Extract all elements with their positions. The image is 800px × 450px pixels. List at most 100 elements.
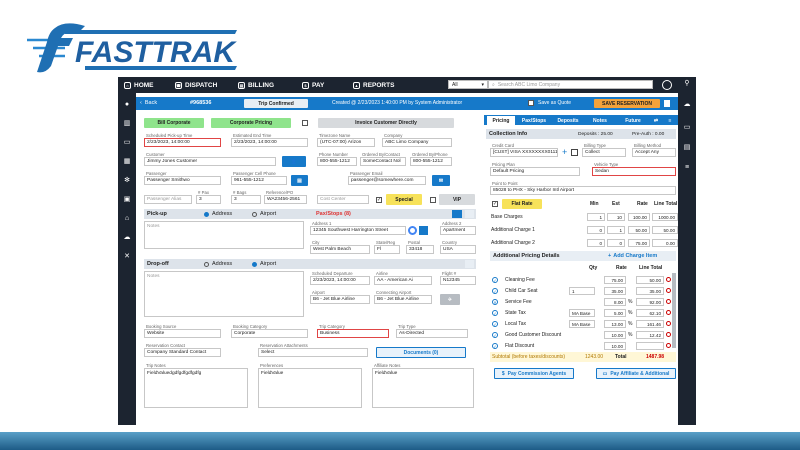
- attach-select[interactable]: Select: [258, 348, 368, 357]
- special-button[interactable]: Special: [386, 194, 422, 205]
- chat-icon[interactable]: ▤: [683, 144, 691, 152]
- cost-center-field[interactable]: Cost Center: [317, 195, 369, 204]
- ref-field[interactable]: WA23456-2561: [264, 195, 307, 204]
- inbox-icon[interactable]: ▭: [123, 139, 131, 147]
- nav-pay[interactable]: $ PAY: [302, 80, 324, 90]
- flight-lookup-button[interactable]: ✈: [440, 294, 460, 305]
- booking-category-select[interactable]: Corporate: [231, 329, 308, 338]
- est-end-field[interactable]: 2/23/2023, 14:00:00: [231, 138, 308, 147]
- rate-min[interactable]: 0: [587, 239, 605, 247]
- rate-est[interactable]: 1: [607, 226, 625, 234]
- email-field[interactable]: passenger@somewhere.com: [348, 176, 426, 185]
- nav-billing[interactable]: ▤ BILLING: [238, 80, 274, 90]
- rate-min[interactable]: 1: [587, 213, 605, 221]
- remove-icon[interactable]: [666, 277, 671, 282]
- conn-select[interactable]: B6 - Jet Blue Airline: [374, 295, 432, 304]
- map-icon[interactable]: [452, 210, 462, 218]
- rate-est[interactable]: 0: [607, 239, 625, 247]
- card-select[interactable]: [CUST] VISA XXXXXXXX0111: [490, 148, 558, 157]
- dropoff-notes[interactable]: Notes: [144, 271, 304, 317]
- special-checkbox[interactable]: ✓: [376, 197, 382, 203]
- tab-paxstops[interactable]: Pax/Stops: [518, 116, 550, 125]
- timezone-select[interactable]: (UTC-07:00) Arizon: [317, 138, 375, 147]
- nav-dispatch[interactable]: ☎ DISPATCH: [175, 80, 217, 90]
- res-contact-select[interactable]: Company Standard Contact: [144, 348, 221, 357]
- tab-notes[interactable]: Notes: [586, 116, 614, 125]
- bill-corporate-button[interactable]: Bill Corporate: [144, 118, 204, 128]
- nav-home[interactable]: ⌂ HOME: [124, 80, 154, 90]
- bags-field[interactable]: 3: [231, 195, 261, 204]
- settings-icon[interactable]: ✻: [123, 177, 131, 185]
- pin-icon[interactable]: ⚲: [683, 80, 691, 88]
- add-card-icon[interactable]: +: [562, 148, 567, 157]
- plan-select[interactable]: Default Pricing: [490, 167, 580, 176]
- city-field[interactable]: West Palm Beach: [310, 245, 370, 254]
- company-select[interactable]: ABC Limo Company: [382, 138, 452, 147]
- postal-field[interactable]: 33418: [406, 245, 434, 254]
- addl-qty[interactable]: 1: [569, 287, 595, 295]
- addl-rate[interactable]: 8.00: [604, 298, 626, 306]
- cloud-icon[interactable]: ☁: [123, 234, 131, 242]
- add-charge-item-button[interactable]: + Add Charge Item: [608, 253, 657, 259]
- affiliate-notes[interactable]: FieldValue: [372, 368, 474, 408]
- pickup-airport-radio[interactable]: Airport: [252, 211, 276, 217]
- monitor-icon[interactable]: ▭: [683, 124, 691, 132]
- list-icon[interactable]: ≡: [683, 164, 691, 172]
- addl-qty[interactable]: MA Base: [569, 309, 595, 317]
- remove-icon[interactable]: [666, 321, 671, 326]
- passenger-select[interactable]: Passenger Smithwo: [144, 176, 221, 185]
- tools-icon[interactable]: ✕: [123, 253, 131, 261]
- tab-deposits[interactable]: Deposits: [552, 116, 584, 125]
- pin-icon[interactable]: [465, 210, 474, 218]
- rate-rate[interactable]: 50.00: [628, 226, 650, 234]
- pickup-notes[interactable]: Notes: [144, 221, 304, 249]
- chat-button[interactable]: ▤: [291, 175, 308, 186]
- sched-dep-field[interactable]: 2/23/2023, 14:00:00: [310, 276, 370, 285]
- billing-method-select[interactable]: Accept Any: [632, 148, 676, 157]
- trip-status-badge[interactable]: Trip Confirmed: [244, 99, 308, 108]
- check-icon[interactable]: ✓: [492, 332, 498, 338]
- vehicle-select[interactable]: Sedan: [592, 167, 676, 176]
- tab-menu-icon[interactable]: ≡: [664, 116, 676, 125]
- pickup-address-radio[interactable]: Address: [204, 211, 232, 217]
- user-avatar-icon[interactable]: [662, 80, 672, 90]
- preferences-notes[interactable]: FieldValue: [258, 368, 362, 408]
- invoice-direct-checkbox[interactable]: [302, 120, 308, 126]
- pickup-paxstops-link[interactable]: Pax/Stops (8): [316, 211, 351, 217]
- book-icon[interactable]: ▥: [123, 120, 131, 128]
- tab-settings-icon[interactable]: ⇄: [650, 116, 662, 125]
- copy-icon[interactable]: [419, 226, 428, 235]
- trip-type-select[interactable]: As-Directed: [396, 329, 468, 338]
- add-customer-button[interactable]: 👤: [282, 156, 306, 167]
- airport-select[interactable]: B6 - Jet Blue Airline: [310, 295, 370, 304]
- document-icon[interactable]: [664, 100, 670, 107]
- check-icon[interactable]: ✓: [492, 288, 498, 294]
- ordered-contact-field[interactable]: SomeContact Nol: [360, 157, 406, 166]
- country-field[interactable]: USA: [440, 245, 476, 254]
- check-icon[interactable]: ✓: [492, 321, 498, 327]
- rate-rate[interactable]: 100.00: [628, 213, 650, 221]
- vip-checkbox[interactable]: [430, 197, 436, 203]
- billing-type-select[interactable]: Collect: [582, 148, 626, 157]
- calendar-icon[interactable]: ▦: [123, 158, 131, 166]
- booking-source-select[interactable]: Website: [144, 329, 221, 338]
- addl-rate[interactable]: 5.00: [604, 309, 626, 317]
- dropoff-airport-radio[interactable]: Airport: [252, 261, 276, 267]
- remove-icon[interactable]: [666, 299, 671, 304]
- bus-icon[interactable]: ▣: [123, 196, 131, 204]
- corporate-pricing-button[interactable]: Corporate Pricing: [211, 118, 291, 128]
- save-reservation-button[interactable]: SAVE RESERVATION: [594, 99, 660, 108]
- search-input[interactable]: ⌕ Search ABC Limo Company: [488, 80, 653, 89]
- google-icon[interactable]: [408, 226, 417, 235]
- tab-future[interactable]: Future: [618, 116, 648, 125]
- bank-icon[interactable]: ⌂: [123, 215, 131, 223]
- addl-rate[interactable]: 75.00: [604, 276, 626, 284]
- cell-field[interactable]: 961-555-1212: [231, 176, 287, 185]
- search-scope-select[interactable]: All ▾: [448, 80, 488, 89]
- remove-icon[interactable]: [666, 288, 671, 293]
- customer-select[interactable]: Jimmy Jones Customer: [144, 157, 276, 166]
- pin-icon[interactable]: [465, 260, 474, 268]
- cloud-icon[interactable]: ☁: [683, 101, 691, 109]
- ordered-phone-field[interactable]: 800-555-1212: [410, 157, 452, 166]
- vip-button[interactable]: VIP: [439, 194, 475, 205]
